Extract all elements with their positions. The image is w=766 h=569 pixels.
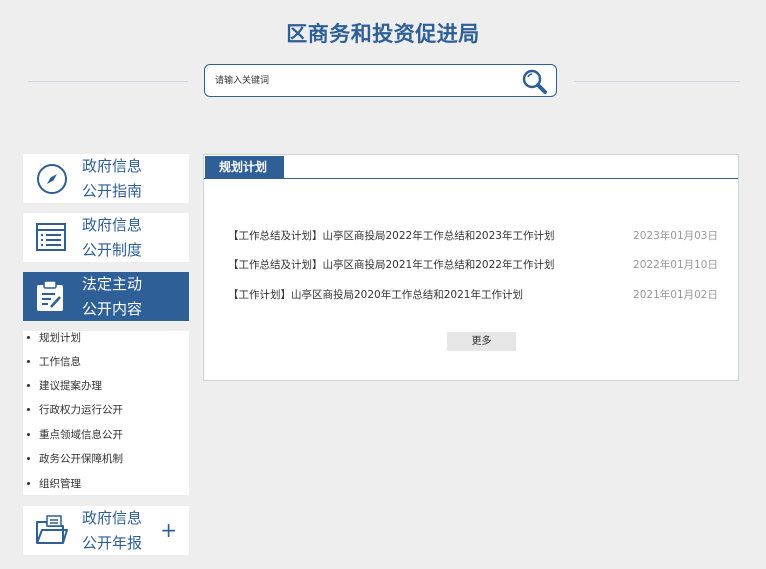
submenu-item-label: 规划计划	[39, 332, 81, 344]
more-button[interactable]: 更多	[447, 332, 516, 351]
folder-document-icon	[36, 515, 68, 544]
submenu-item[interactable]: 工作信息	[23, 352, 81, 372]
submenu-item[interactable]: 行政权力运行公开	[23, 400, 123, 420]
list-document-icon	[36, 223, 66, 251]
sidebar-item-label: 公开指南	[82, 182, 143, 200]
submenu-item-label: 工作信息	[39, 356, 81, 368]
sidebar-item-label: 公开年报	[82, 534, 143, 552]
news-date: 2023年01月03日	[633, 230, 718, 242]
sidebar-item-annual-report[interactable]: 政府信息 公开年报 +	[23, 506, 189, 555]
search-icon	[522, 69, 547, 94]
site-title: 区商务和投资促进局	[286, 22, 480, 46]
panel-header-divider	[204, 178, 738, 179]
bullet-icon	[27, 335, 30, 339]
submenu-item-label: 建议提案办理	[39, 380, 102, 392]
search-divider-right	[574, 81, 740, 82]
bullet-icon	[27, 432, 30, 436]
sidebar-item-label: 公开制度	[82, 241, 143, 259]
sidebar-item-label: 公开内容	[82, 300, 143, 318]
submenu-item-label: 组织管理	[39, 478, 81, 490]
expand-plus-icon[interactable]: +	[160, 520, 177, 540]
list-item: 【工作总结及计划】山亭区商投局2022年工作总结和2023年工作计划 2023年…	[228, 227, 718, 245]
bullet-icon	[27, 359, 30, 363]
tab-planning[interactable]: 规划计划	[205, 156, 284, 179]
submenu-item[interactable]: 规划计划	[23, 328, 81, 348]
news-title-link[interactable]: 【工作计划】山亭区商投局2020年工作总结和2021年工作计划	[228, 286, 523, 304]
submenu-item[interactable]: 重点领域信息公开	[23, 425, 123, 445]
search-box	[204, 64, 557, 97]
news-date: 2022年01月10日	[633, 259, 718, 271]
news-date: 2021年01月02日	[633, 289, 718, 301]
content-panel: 规划计划 【工作总结及计划】山亭区商投局2022年工作总结和2023年工作计划 …	[203, 154, 739, 381]
submenu-item-label: 政务公开保障机制	[39, 453, 123, 465]
list-item: 【工作总结及计划】山亭区商投局2021年工作总结和2022年工作计划 2022年…	[228, 256, 718, 274]
sidebar-item-statutory-content[interactable]: 法定主动 公开内容	[23, 272, 189, 321]
search-input[interactable]	[215, 72, 505, 90]
search-button[interactable]	[520, 67, 550, 95]
clipboard-edit-icon	[37, 280, 63, 311]
submenu-item[interactable]: 政务公开保障机制	[23, 449, 123, 469]
sidebar-item-guide[interactable]: 政府信息 公开指南	[23, 154, 189, 203]
bullet-icon	[27, 481, 30, 485]
list-item: 【工作计划】山亭区商投局2020年工作总结和2021年工作计划 2021年01月…	[228, 286, 718, 304]
sidebar-item-system[interactable]: 政府信息 公开制度	[23, 213, 189, 262]
news-title-link[interactable]: 【工作总结及计划】山亭区商投局2021年工作总结和2022年工作计划	[228, 256, 554, 274]
submenu-item-label: 行政权力运行公开	[39, 404, 123, 416]
bullet-icon	[27, 456, 30, 460]
news-title-link[interactable]: 【工作总结及计划】山亭区商投局2022年工作总结和2023年工作计划	[228, 227, 554, 245]
submenu-list: 规划计划 工作信息 建议提案办理 行政权力运行公开 重点领域信息公开 政务公开保…	[23, 331, 189, 495]
sidebar-item-label: 政府信息	[82, 216, 143, 234]
bullet-icon	[27, 383, 30, 387]
sidebar-item-label: 政府信息	[82, 509, 143, 527]
submenu-item-label: 重点领域信息公开	[39, 429, 123, 441]
submenu-item[interactable]: 组织管理	[23, 474, 81, 494]
bullet-icon	[27, 407, 30, 411]
submenu-item[interactable]: 建议提案办理	[23, 376, 102, 396]
search-divider-left	[28, 81, 188, 82]
compass-icon	[37, 164, 67, 194]
sidebar-item-label: 法定主动	[82, 275, 143, 293]
sidebar-item-label: 政府信息	[82, 157, 143, 175]
